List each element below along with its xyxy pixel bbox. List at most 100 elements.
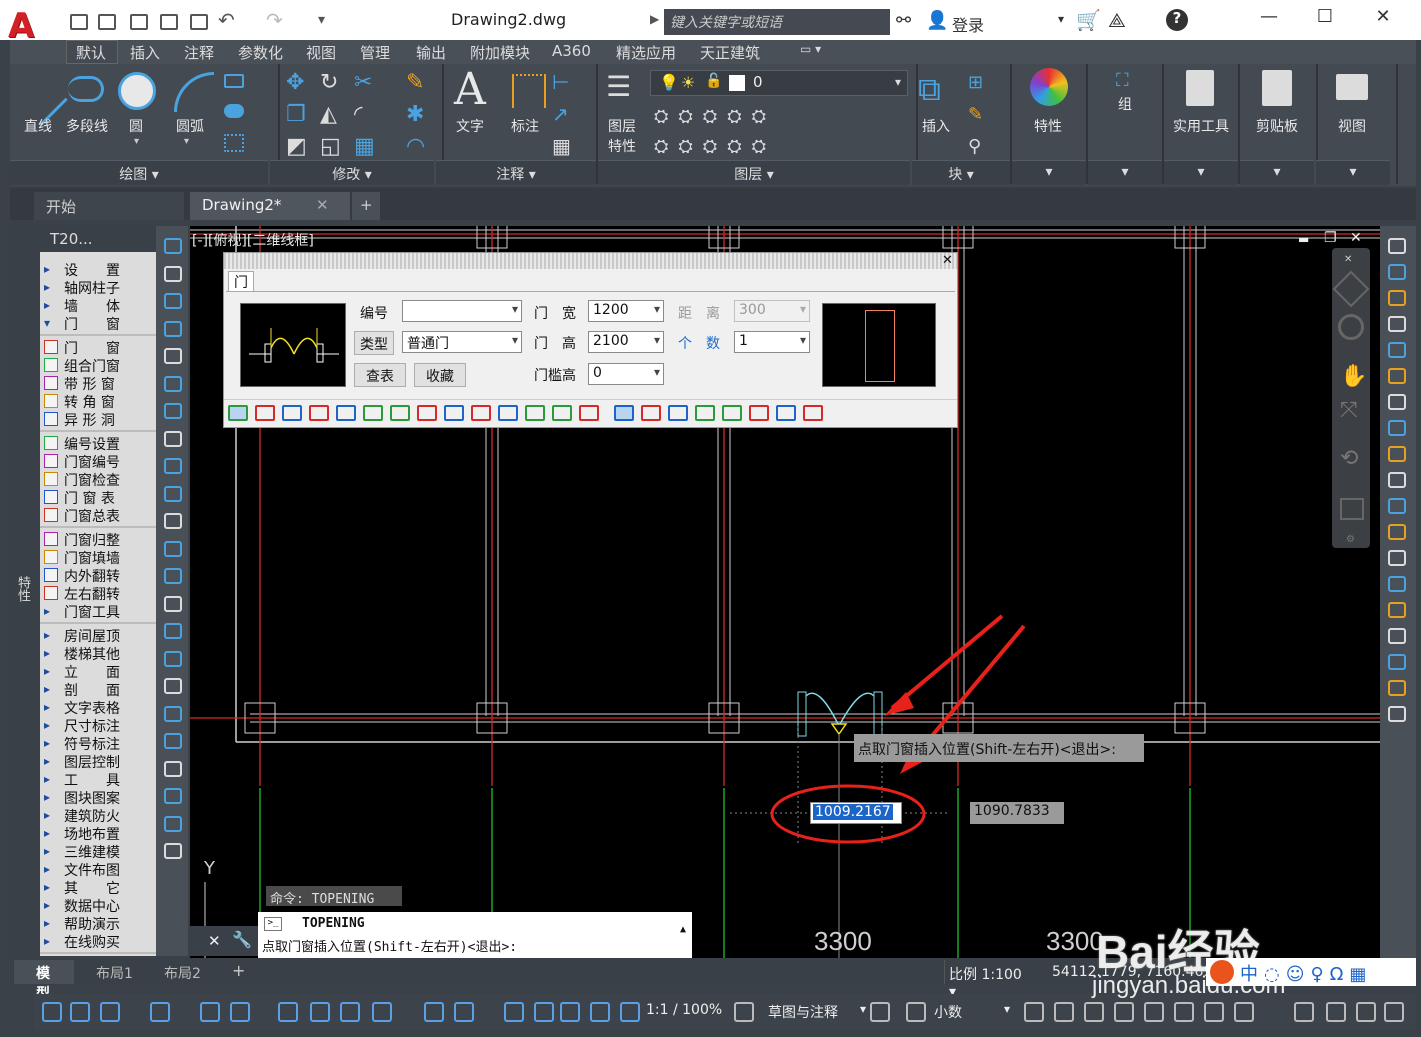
text-icon[interactable]: A (454, 64, 486, 115)
toolbar-tool-icon[interactable] (1388, 498, 1406, 514)
tab-drawing2[interactable]: Drawing2* ✕ (190, 192, 350, 220)
status-toggle-icon[interactable] (150, 1002, 170, 1022)
new-tab-button[interactable]: + (352, 192, 380, 220)
status-toggle-icon[interactable] (278, 1002, 298, 1022)
lookup-button[interactable]: 查表 (354, 363, 406, 387)
create-block-icon[interactable]: ⊞ (968, 72, 983, 93)
binoculars-icon[interactable]: ⚯ (896, 10, 911, 31)
status-toggle-icon[interactable] (100, 1002, 120, 1022)
cart-icon[interactable]: 🛒 (1076, 8, 1101, 32)
toolbar-tool-icon[interactable] (1388, 680, 1406, 696)
viewport-minimize-icon[interactable]: ▬ (1298, 232, 1309, 246)
maximize-button[interactable]: ☐ (1308, 6, 1342, 32)
toolbar-tool-icon[interactable] (164, 430, 182, 447)
dialog-close-icon[interactable]: ✕ (942, 253, 953, 268)
toolbar-tool-icon[interactable] (1388, 290, 1406, 306)
toolbar-tool-icon[interactable] (164, 568, 182, 584)
array-icon[interactable]: ▦ (354, 134, 375, 159)
group-icon[interactable]: ⛶ (1116, 70, 1129, 91)
toolbar-tool-icon[interactable] (164, 403, 182, 419)
distance-select[interactable]: 300 ▾ (734, 300, 810, 322)
close-button[interactable]: ✕ (1366, 6, 1400, 32)
toolbar-tool-icon[interactable] (1388, 368, 1406, 384)
tab-addins[interactable]: 附加模块 (470, 42, 530, 63)
add-layout-icon[interactable]: + (232, 961, 245, 980)
width-select[interactable]: 1200 ▾ (588, 300, 664, 322)
status-tool-icon[interactable] (1174, 1002, 1194, 1022)
scale-icon[interactable]: ◱ (320, 134, 341, 159)
units-dropdown[interactable]: 小数 (934, 1002, 962, 1022)
panel-group-expand[interactable]: ▾ (1088, 160, 1162, 185)
insert-mode-icon[interactable] (722, 405, 742, 421)
sill-select[interactable]: 0 ▾ (588, 363, 664, 385)
group-label[interactable]: 组 (1110, 94, 1140, 114)
search-input[interactable]: 键入关键字或短语 (664, 9, 890, 35)
stretch-icon[interactable]: ◩ (286, 134, 307, 159)
zoom-icon[interactable]: ⤧ (1340, 398, 1358, 423)
table-icon[interactable]: ▦ (552, 134, 571, 158)
toolbar-tool-icon[interactable] (164, 788, 182, 804)
toolbar-tool-icon[interactable] (1388, 654, 1406, 670)
tab-insert[interactable]: 插入 (130, 42, 160, 63)
tab-layout1[interactable]: 布局1 (84, 960, 148, 984)
toolbar-tool-icon[interactable] (1388, 238, 1406, 254)
status-tool-icon[interactable] (1054, 1002, 1074, 1022)
polyline-icon[interactable] (68, 76, 104, 102)
edit-block-icon[interactable]: ✎ (968, 104, 983, 125)
insert-mode-icon[interactable] (309, 405, 329, 421)
status-toggle-icon[interactable] (504, 1002, 524, 1022)
ribbon-toggle-icon[interactable]: ▭ ▾ (800, 42, 821, 56)
polyline-label[interactable]: 多段线 (62, 116, 112, 136)
save-icon[interactable] (130, 14, 148, 30)
utilities-icon[interactable] (1186, 70, 1214, 106)
type-select[interactable]: 普通门 ▾ (402, 331, 522, 353)
linear-dim-icon[interactable]: ⊢ (552, 70, 569, 94)
explode-icon[interactable]: ✱ (406, 102, 424, 127)
layer-properties-label-1[interactable]: 图层 (600, 116, 644, 136)
line-label[interactable]: 直线 (18, 116, 58, 136)
insert-mode-icon[interactable] (614, 405, 634, 421)
toolbar-tool-icon[interactable] (1388, 316, 1406, 332)
viewport-label[interactable]: [-][俯视][二维线框] (192, 230, 314, 250)
rotate-icon[interactable]: ↻ (320, 70, 338, 95)
toolbar-tool-icon[interactable] (164, 513, 182, 529)
insert-mode-icon[interactable] (255, 405, 275, 421)
panel-properties-expand[interactable]: ▾ (1012, 160, 1086, 185)
circle-dropdown-icon[interactable]: ▾ (134, 136, 139, 147)
login-link[interactable]: 登录 (952, 12, 984, 36)
toolbar-tool-icon[interactable] (164, 238, 182, 254)
panel-clipboard-expand[interactable]: ▾ (1240, 160, 1314, 185)
clipboard-label[interactable]: 剪贴板 (1244, 116, 1310, 136)
insert-label[interactable]: 插入 (914, 116, 958, 136)
insert-block-icon[interactable]: ⧉ (918, 70, 941, 109)
toolbar-tool-icon[interactable] (1388, 602, 1406, 618)
ime-tools-icons[interactable]: 中◌☺♀Ω▦ (1240, 960, 1372, 986)
offset-icon[interactable]: ◠ (406, 134, 425, 159)
properties-label[interactable]: 特性 (1026, 116, 1070, 136)
panel-view-expand[interactable]: ▾ (1316, 160, 1390, 185)
scale-dropdown[interactable]: 比例 1:100 ▾ (944, 960, 1030, 1000)
insert-mode-icon[interactable] (803, 405, 823, 421)
status-toggle-icon[interactable] (620, 1002, 640, 1022)
insert-mode-icon[interactable] (668, 405, 688, 421)
command-line[interactable]: >_ TOPENING 点取门窗插入位置(Shift-左右开)<退出>: ▲ (258, 912, 692, 958)
toolbar-tool-icon[interactable] (1388, 264, 1406, 280)
toolbar-tool-icon[interactable] (164, 320, 182, 337)
insert-mode-icon[interactable] (336, 405, 356, 421)
text-label[interactable]: 文字 (450, 116, 490, 136)
command-settings-icon[interactable]: 🔧 (232, 930, 252, 949)
command-expand-icon[interactable]: ▲ (680, 924, 686, 935)
a360-icon[interactable]: ⟁ (1108, 8, 1126, 32)
insert-mode-icon[interactable] (282, 405, 302, 421)
help-icon[interactable]: ? (1166, 9, 1188, 31)
status-tool-icon[interactable] (1294, 1002, 1314, 1022)
arc-label[interactable]: 圆弧 (170, 116, 210, 136)
insert-mode-icon[interactable] (498, 405, 518, 421)
arc-icon[interactable] (174, 72, 214, 112)
user-icon[interactable]: 👤 (926, 10, 948, 31)
status-toggle-icon[interactable] (454, 1002, 474, 1022)
dialog-tab-door[interactable]: 门 (228, 271, 254, 291)
pan-icon[interactable]: ✋ (1340, 364, 1367, 389)
status-tool-icon[interactable] (906, 1002, 926, 1022)
undo-icon[interactable]: ↶ (218, 8, 235, 32)
